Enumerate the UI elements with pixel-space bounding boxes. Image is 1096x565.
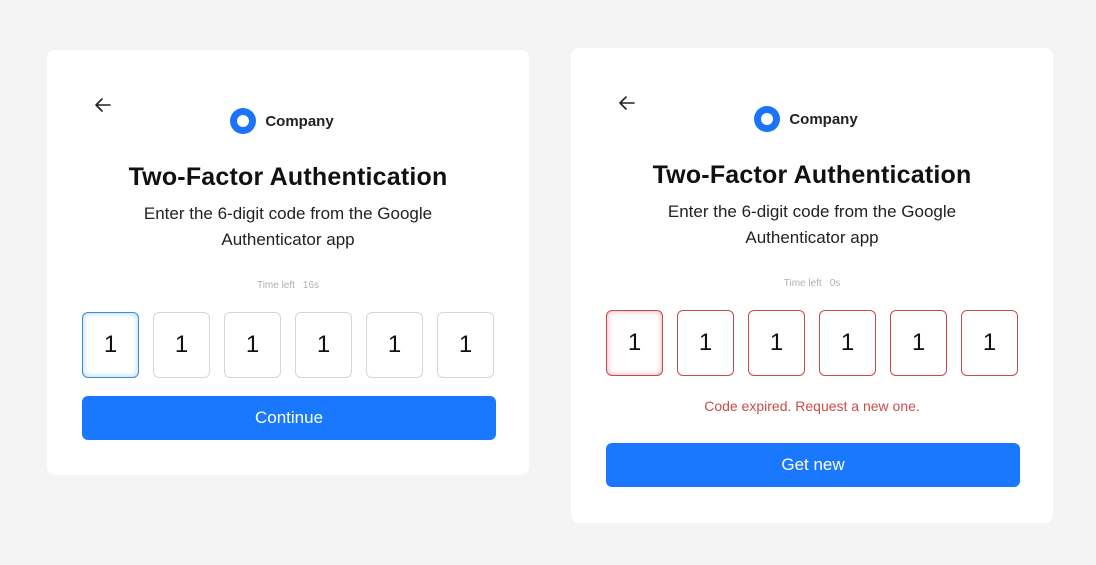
code-digit-4[interactable]: 1 <box>819 310 876 376</box>
continue-button[interactable]: Continue <box>82 396 496 440</box>
two-factor-card-expired: Company Two-Factor Authentication Enter … <box>571 48 1053 523</box>
timer-label: Time left <box>256 280 295 291</box>
company-logo-icon <box>230 108 257 134</box>
code-input-group: 1 1 1 1 1 1 <box>82 312 494 378</box>
page-subtitle: Enter the 6-digit code from the Google A… <box>667 202 957 247</box>
timer: Time left 0s <box>571 278 1053 289</box>
code-digit-2[interactable]: 1 <box>153 312 210 378</box>
code-digit-5[interactable]: 1 <box>890 310 947 376</box>
timer-value: 0s <box>829 278 841 289</box>
company-logo-icon <box>754 106 781 132</box>
timer: Time left 16s <box>47 280 529 291</box>
code-digit-6[interactable]: 1 <box>437 312 494 378</box>
code-digit-3[interactable]: 1 <box>224 312 281 378</box>
page-title: Two-Factor Authentication <box>128 163 448 191</box>
timer-label: Time left <box>783 278 822 289</box>
brand: Company <box>47 108 529 134</box>
code-digit-4[interactable]: 1 <box>295 312 352 378</box>
error-message: Code expired. Request a new one. <box>704 398 920 414</box>
brand: Company <box>571 106 1053 132</box>
code-digit-1[interactable]: 1 <box>606 310 663 376</box>
brand-name: Company <box>265 112 334 130</box>
code-input-group: 1 1 1 1 1 1 <box>606 310 1018 376</box>
timer-value: 16s <box>302 280 320 291</box>
get-new-code-button[interactable]: Get new <box>606 443 1020 487</box>
page-title: Two-Factor Authentication <box>652 161 972 189</box>
code-digit-2[interactable]: 1 <box>677 310 734 376</box>
brand-name: Company <box>789 110 858 128</box>
code-digit-3[interactable]: 1 <box>748 310 805 376</box>
page-subtitle: Enter the 6-digit code from the Google A… <box>143 204 433 249</box>
code-digit-5[interactable]: 1 <box>366 312 423 378</box>
code-digit-6[interactable]: 1 <box>961 310 1018 376</box>
code-digit-1[interactable]: 1 <box>82 312 139 378</box>
two-factor-card-active: Company Two-Factor Authentication Enter … <box>47 50 529 475</box>
